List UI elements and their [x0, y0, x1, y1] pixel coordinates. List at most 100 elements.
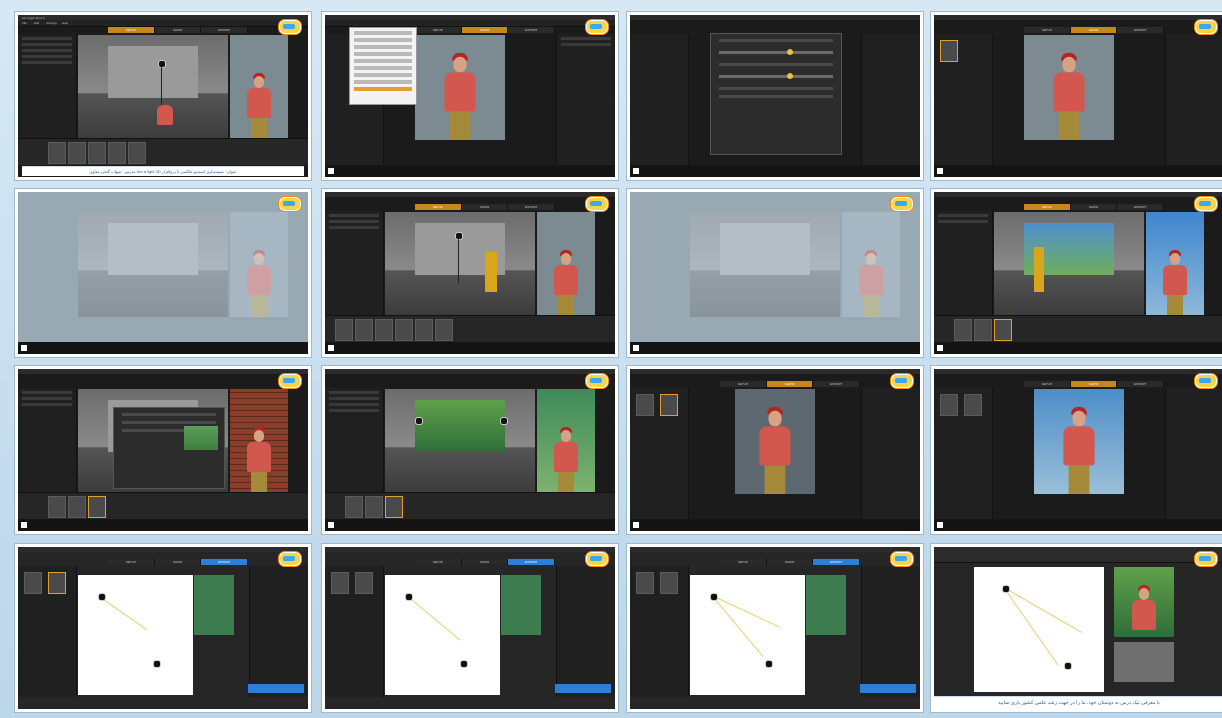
model-figure[interactable]	[156, 95, 174, 140]
diagram-light-icon[interactable]	[710, 593, 718, 601]
equipment-thumb[interactable]	[355, 319, 373, 341]
diagram-light-icon[interactable]	[405, 593, 413, 601]
tab-setup[interactable]: SETUP	[1024, 381, 1071, 387]
studio-viewport[interactable]	[385, 389, 535, 494]
gallery-thumb[interactable]	[636, 394, 654, 416]
tab-show[interactable]: SHOW	[1070, 204, 1118, 210]
equipment-thumb[interactable]	[375, 319, 393, 341]
windows-start-icon[interactable]	[633, 345, 639, 351]
lighting-diagram[interactable]	[974, 567, 1104, 692]
tab-setup[interactable]: SETUP	[720, 559, 767, 565]
tab-export[interactable]: EXPORT	[813, 381, 861, 387]
studio-viewport[interactable]	[78, 35, 228, 140]
equipment-thumb[interactable]	[415, 319, 433, 341]
lighting-diagram[interactable]	[690, 575, 805, 695]
backdrop-thumb[interactable]	[954, 319, 972, 341]
tab-setup[interactable]: SETUP	[415, 204, 462, 210]
studio-viewport[interactable]	[994, 212, 1144, 317]
diagram-light-icon[interactable]	[1064, 662, 1072, 670]
windows-start-icon[interactable]	[937, 345, 943, 351]
render-settings-dialog[interactable]	[710, 33, 842, 155]
studio-light-icon[interactable]	[158, 60, 166, 68]
tab-show[interactable]: SHOW	[766, 381, 814, 387]
tab-show[interactable]: SHOW	[766, 559, 814, 565]
tab-setup[interactable]: SETUP	[108, 27, 155, 33]
quality-slider[interactable]	[719, 49, 833, 55]
windows-start-icon[interactable]	[328, 345, 334, 351]
export-button[interactable]	[555, 684, 611, 693]
backdrop-thumb[interactable]	[345, 496, 363, 518]
gallery-thumb[interactable]	[355, 572, 373, 594]
windows-start-icon[interactable]	[328, 522, 334, 528]
diagram-light-icon[interactable]	[460, 660, 468, 668]
equipment-thumb[interactable]	[128, 142, 146, 164]
windows-start-icon[interactable]	[633, 168, 639, 174]
gallery-thumb[interactable]	[24, 572, 42, 594]
gallery-thumb[interactable]	[331, 572, 349, 594]
tab-show[interactable]: SHOW	[461, 559, 509, 565]
equipment-thumb[interactable]	[335, 319, 353, 341]
tab-export[interactable]: EXPORT	[1117, 27, 1165, 33]
equipment-thumb[interactable]	[435, 319, 453, 341]
menu-edit[interactable]: Edit	[34, 20, 39, 26]
tab-export[interactable]: EXPORT	[201, 27, 249, 33]
diagram-light-icon[interactable]	[765, 660, 773, 668]
prop-crane-icon[interactable]	[485, 252, 497, 292]
studio-light-icon[interactable]	[500, 417, 508, 425]
backdrop-thumb[interactable]	[974, 319, 992, 341]
studio-light-icon[interactable]	[455, 232, 463, 240]
lighting-diagram[interactable]	[385, 575, 500, 695]
backdrop-thumb[interactable]	[365, 496, 383, 518]
backdrop-thumb[interactable]	[994, 319, 1012, 341]
windows-start-icon[interactable]	[328, 168, 334, 174]
menu-settings[interactable]: Settings	[46, 20, 57, 26]
windows-start-icon[interactable]	[633, 522, 639, 528]
equipment-thumb[interactable]	[48, 142, 66, 164]
tab-setup[interactable]: SETUP	[108, 559, 155, 565]
tab-setup[interactable]: SETUP	[1024, 204, 1071, 210]
gallery-thumb[interactable]	[660, 572, 678, 594]
windows-start-icon[interactable]	[21, 522, 27, 528]
menu-item-highlighted[interactable]	[354, 87, 412, 91]
gallery-thumb[interactable]	[48, 572, 66, 594]
export-button[interactable]	[248, 684, 304, 693]
tab-setup[interactable]: SETUP	[415, 559, 462, 565]
gallery-thumb[interactable]	[940, 394, 958, 416]
gallery-thumb[interactable]	[964, 394, 982, 416]
shadow-slider[interactable]	[719, 73, 833, 79]
studio-viewport[interactable]	[385, 212, 535, 317]
backdrop-dialog[interactable]	[113, 407, 225, 489]
tab-show[interactable]: SHOW	[1070, 27, 1118, 33]
tab-export[interactable]: EXPORT	[508, 204, 556, 210]
tab-setup[interactable]: SETUP	[415, 27, 462, 33]
equipment-thumb[interactable]	[68, 142, 86, 164]
backdrop-thumb[interactable]	[88, 496, 106, 518]
studio-light-icon[interactable]	[415, 417, 423, 425]
tab-setup[interactable]: SETUP	[1024, 27, 1071, 33]
tab-show[interactable]: SHOW	[461, 204, 509, 210]
tab-export[interactable]: EXPORT	[201, 559, 249, 565]
gallery-thumb[interactable]	[660, 394, 678, 416]
tab-show[interactable]: SHOW	[154, 27, 202, 33]
tab-export[interactable]: EXPORT	[1117, 381, 1165, 387]
lighting-diagram[interactable]	[78, 575, 193, 695]
gallery-thumb[interactable]	[940, 40, 958, 62]
diagram-light-icon[interactable]	[153, 660, 161, 668]
tab-export[interactable]: EXPORT	[1117, 204, 1165, 210]
tab-show[interactable]: SHOW	[461, 27, 509, 33]
backdrop-thumb[interactable]	[48, 496, 66, 518]
windows-start-icon[interactable]	[937, 522, 943, 528]
windows-start-icon[interactable]	[21, 345, 27, 351]
equipment-thumb[interactable]	[395, 319, 413, 341]
backdrop-thumb[interactable]	[385, 496, 403, 518]
menu-help[interactable]: Help	[62, 20, 68, 26]
gallery-thumb[interactable]	[636, 572, 654, 594]
equipment-thumb[interactable]	[108, 142, 126, 164]
menu-file[interactable]: File	[22, 20, 27, 26]
backdrop-thumb[interactable]	[68, 496, 86, 518]
tab-show[interactable]: SHOW	[1070, 381, 1118, 387]
diagram-light-icon[interactable]	[98, 593, 106, 601]
prop-crane-icon[interactable]	[1034, 247, 1044, 292]
tab-export[interactable]: EXPORT	[508, 27, 556, 33]
tab-show[interactable]: SHOW	[154, 559, 202, 565]
